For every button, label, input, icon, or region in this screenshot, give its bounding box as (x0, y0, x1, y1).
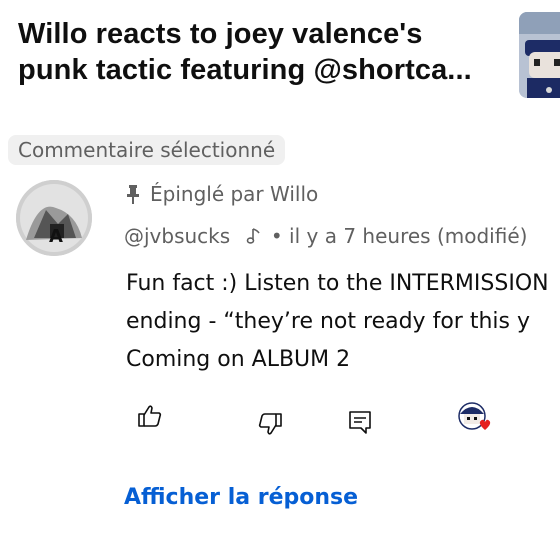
pinned-label: Épinglé par Willo (150, 182, 319, 206)
comment-line-1: Fun fact :) Listen to the INTERMISSION (126, 271, 549, 296)
video-thumbnail[interactable] (519, 12, 560, 98)
comment-line-2: ending - “they’re not ready for this y (126, 309, 530, 334)
video-title-line-2: punk tactic featuring @shortca... (18, 54, 472, 86)
show-reply-button[interactable]: Afficher la réponse (124, 483, 358, 513)
video-title[interactable]: Willo reacts to joey valence's punk tact… (18, 16, 498, 88)
comment-time: • il y a 7 heures (modifié) (270, 224, 528, 248)
comment-text: Fun fact :) Listen to the INTERMISSION e… (126, 265, 560, 379)
video-title-line-1: Willo reacts to joey valence's (18, 18, 423, 50)
thumbs-up-icon[interactable] (136, 402, 164, 430)
selected-comment-chip: Commentaire sélectionné (8, 135, 286, 165)
comment-line-3: Coming on ALBUM 2 (126, 347, 351, 372)
avatar[interactable]: A (16, 180, 92, 256)
music-note-icon (245, 227, 261, 245)
comment-meta: @jvbsucks • il y a 7 heures (modifié) (124, 222, 527, 250)
pin-icon (126, 184, 140, 204)
thumbs-down-icon[interactable] (256, 410, 284, 438)
svg-text:A: A (49, 226, 63, 247)
comment-actions (0, 396, 560, 446)
pinned-indicator: Épinglé par Willo (126, 181, 318, 207)
comment-icon[interactable] (346, 408, 374, 436)
creator-heart-icon (456, 400, 496, 440)
comment-author[interactable]: @jvbsucks (124, 224, 230, 248)
